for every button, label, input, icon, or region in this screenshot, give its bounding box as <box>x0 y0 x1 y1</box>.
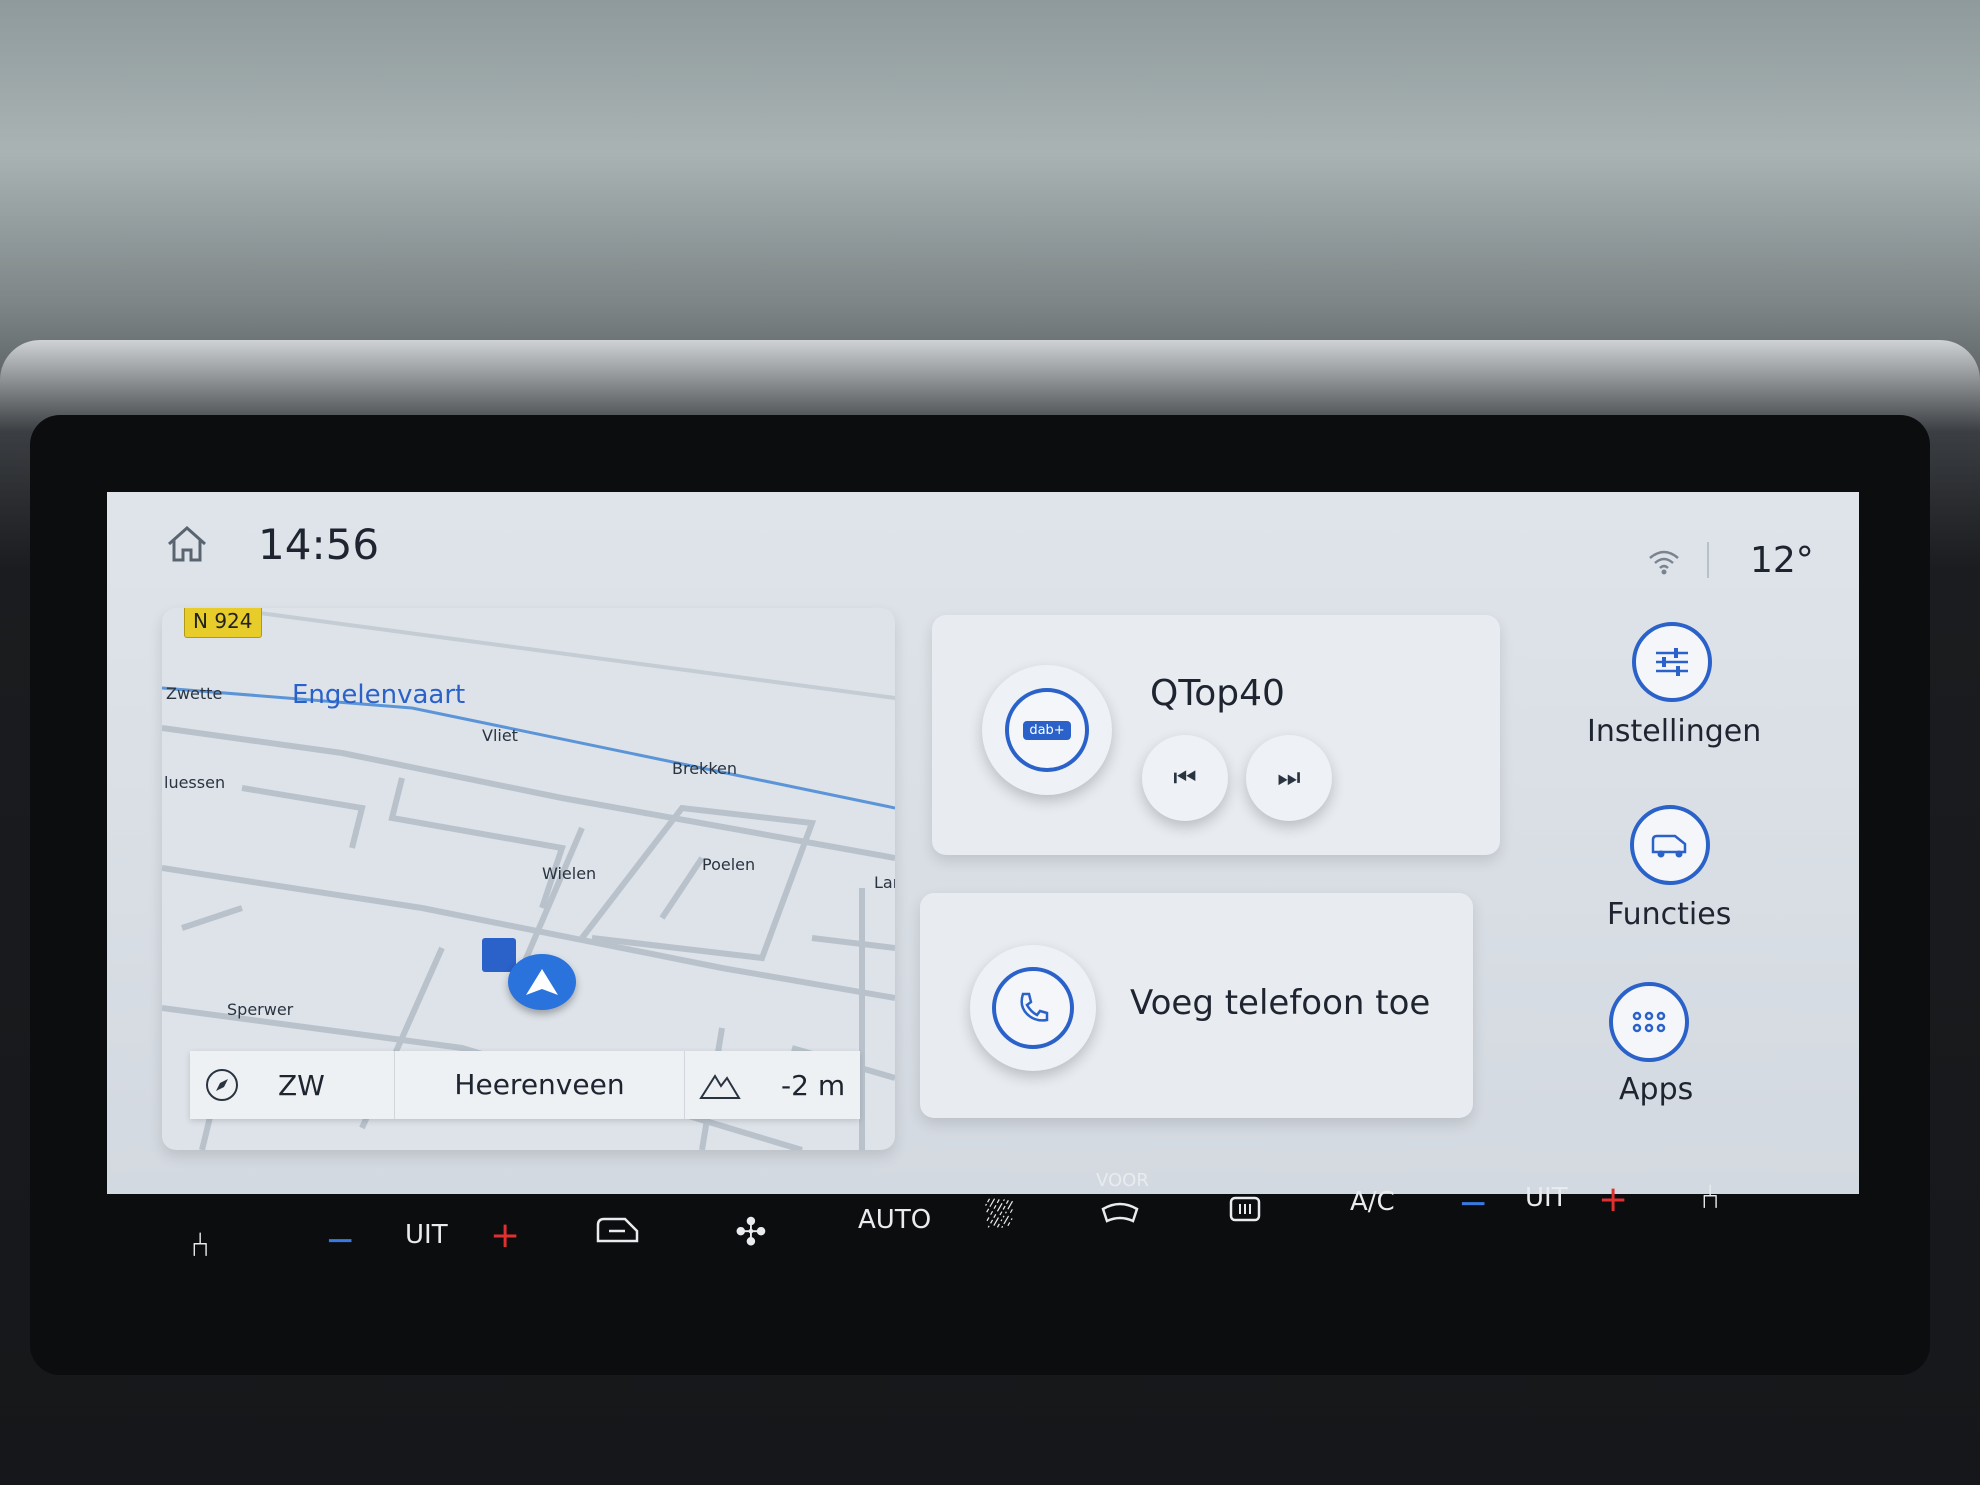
map-card[interactable]: N 924 Engelenvaart Zwette Vliet Brekken … <box>162 608 895 1150</box>
right-seat-heat-button[interactable]: ⑃ <box>1700 1177 1720 1217</box>
heading-section: ZW <box>190 1051 395 1119</box>
skip-next-icon: ⏭ <box>1277 762 1301 793</box>
skip-next-button[interactable]: ⏭ <box>1246 735 1332 821</box>
place-label: Vliet <box>482 726 518 745</box>
settings-sliders-icon <box>1632 622 1712 702</box>
place-label: Lar <box>874 873 895 892</box>
divider <box>1707 542 1709 578</box>
left-seat-heat-button[interactable]: ⑃ <box>190 1225 210 1265</box>
clock: 14:56 <box>258 520 380 569</box>
front-defrost-label: VOOR <box>1096 1170 1149 1191</box>
windshield-defrost-icon <box>1101 1202 1139 1223</box>
altitude: -2 m <box>781 1068 846 1102</box>
left-temperature: UIT <box>405 1220 448 1250</box>
right-temperature: UIT <box>1525 1183 1568 1213</box>
place-label: Wielen <box>542 864 597 883</box>
media-card[interactable]: dab+ QTop40 ⏮ ⏭ <box>932 615 1500 855</box>
dealer-poi-icon[interactable] <box>482 938 516 972</box>
right-temp-down-button[interactable]: − <box>1458 1183 1488 1224</box>
altitude-mountain-icon <box>699 1074 741 1099</box>
shortcut-label: Functies <box>1607 897 1732 932</box>
ac-button[interactable]: A/C <box>1350 1187 1395 1217</box>
outside-temperature: 12° <box>1750 540 1814 581</box>
place-label: Sperwer <box>227 1000 294 1019</box>
windshield-view <box>0 0 1980 380</box>
shortcut-settings[interactable]: Instellingen <box>1587 622 1761 772</box>
station-name: QTop40 <box>1150 673 1285 714</box>
rear-defrost-button[interactable] <box>1228 1195 1262 1236</box>
climate-control-bar: ⑃ − UIT + ✣ AUTO ⛆ VOOR A/C − UIT + ⑃ <box>0 1170 1980 1305</box>
shortcut-label: Apps <box>1619 1072 1694 1107</box>
dab-radio-icon: dab+ <box>1005 688 1089 772</box>
van-icon <box>1630 805 1710 885</box>
right-temp-up-button[interactable]: + <box>1598 1179 1628 1220</box>
map-info-bar: ZW Heerenveen -2 m <box>190 1051 860 1119</box>
current-city: Heerenveen <box>395 1051 685 1119</box>
recirculation-button[interactable] <box>595 1215 641 1254</box>
left-temp-up-button[interactable]: + <box>490 1215 520 1256</box>
phone-card[interactable]: Voeg telefoon toe <box>920 893 1473 1118</box>
media-source-button[interactable]: dab+ <box>982 665 1112 795</box>
airflow-person-icon: ⛆ <box>985 1195 1014 1236</box>
fan-button[interactable]: ✣ <box>735 1210 767 1254</box>
place-label: Poelen <box>702 855 756 874</box>
vehicle-position-icon <box>508 954 576 1010</box>
shortcut-apps[interactable]: Apps <box>1587 982 1727 1132</box>
auto-button[interactable]: AUTO <box>858 1205 931 1235</box>
home-button[interactable] <box>165 524 209 568</box>
apps-grid-icon <box>1609 982 1689 1062</box>
left-temp-down-button[interactable]: − <box>325 1220 355 1261</box>
wifi-icon <box>1647 548 1681 580</box>
road-badge: N 924 <box>184 608 262 638</box>
phone-icon <box>992 967 1074 1049</box>
place-label: Zwette <box>166 684 223 703</box>
fan-icon: ✣ <box>735 1210 767 1254</box>
skip-previous-icon: ⏮ <box>1173 762 1197 793</box>
heading: ZW <box>278 1068 325 1102</box>
front-defrost-button[interactable] <box>1100 1199 1140 1232</box>
place-label: luessen <box>164 773 226 792</box>
compass-icon <box>206 1069 238 1101</box>
airflow-mode-button[interactable]: ⛆ <box>985 1195 1014 1237</box>
place-label: Brekken <box>672 759 737 778</box>
skip-previous-button[interactable]: ⏮ <box>1142 735 1228 821</box>
shortcut-label: Instellingen <box>1587 714 1762 749</box>
home-icon <box>168 525 206 562</box>
phone-button[interactable] <box>970 945 1096 1071</box>
recirculation-icon <box>596 1217 639 1243</box>
shortcut-functions[interactable]: Functies <box>1587 805 1737 955</box>
add-phone-label: Voeg telefoon toe <box>1130 983 1431 1023</box>
infotainment-screen: 14:56 12° N 924 Engelenvaart Zwette Vlie… <box>107 492 1859 1194</box>
rear-defrost-icon <box>1229 1196 1261 1222</box>
street-name: Engelenvaart <box>292 680 466 710</box>
